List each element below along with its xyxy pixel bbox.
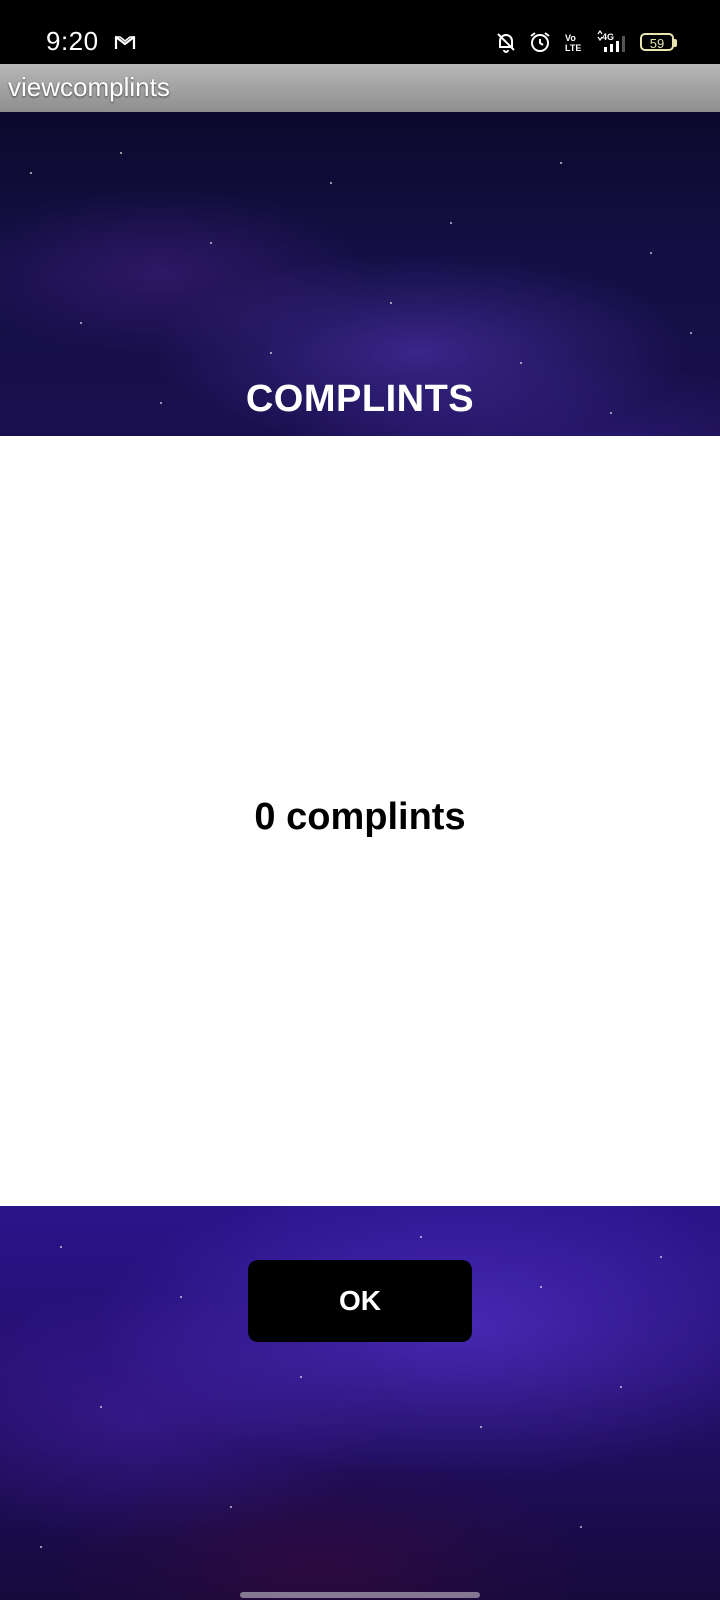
alarm-icon bbox=[530, 32, 550, 52]
star bbox=[270, 352, 272, 354]
star bbox=[230, 1506, 232, 1508]
page-title: COMPLINTS bbox=[245, 378, 475, 420]
ok-button[interactable]: OK bbox=[248, 1260, 472, 1342]
star bbox=[560, 162, 562, 164]
star bbox=[580, 1526, 582, 1528]
volte-icon: Vo LTE bbox=[565, 33, 581, 53]
star bbox=[180, 1296, 182, 1298]
star bbox=[330, 182, 332, 184]
gesture-nav-handle[interactable] bbox=[240, 1592, 480, 1598]
star bbox=[480, 1426, 482, 1428]
star bbox=[450, 222, 452, 224]
app-bar: viewcomplints bbox=[0, 64, 720, 112]
star bbox=[650, 252, 652, 254]
battery-icon: 59 bbox=[640, 33, 677, 51]
star bbox=[210, 242, 212, 244]
svg-text:Vo: Vo bbox=[565, 33, 576, 43]
svg-text:LTE: LTE bbox=[565, 43, 581, 53]
star bbox=[300, 1376, 302, 1378]
star bbox=[120, 152, 122, 154]
star bbox=[540, 1286, 542, 1288]
gmail-icon bbox=[114, 35, 136, 49]
status-bar: 9:20 Vo LTE 4G 59 bbox=[0, 0, 720, 64]
star bbox=[100, 1406, 102, 1408]
star bbox=[660, 1256, 662, 1258]
star bbox=[690, 332, 692, 334]
notifications-off-icon bbox=[497, 33, 515, 53]
star bbox=[40, 1546, 42, 1548]
status-time: 9:20 bbox=[46, 26, 99, 56]
svg-text:4G: 4G bbox=[602, 32, 614, 42]
star bbox=[30, 172, 32, 174]
screen: 9:20 Vo LTE 4G 59 viewcomplints COMPLINT… bbox=[0, 0, 720, 1600]
star bbox=[60, 1246, 62, 1248]
battery-level: 59 bbox=[649, 36, 665, 51]
app-bar-title: viewcomplints bbox=[8, 72, 170, 102]
star bbox=[390, 302, 392, 304]
complaints-count: 0 complints bbox=[254, 796, 466, 838]
star bbox=[520, 362, 522, 364]
status-icons: Vo LTE 4G 59 bbox=[494, 30, 677, 54]
star bbox=[80, 322, 82, 324]
star bbox=[420, 1236, 422, 1238]
complaints-list-area: 0 complints bbox=[0, 436, 720, 1206]
star bbox=[620, 1386, 622, 1388]
signal-4g-icon: 4G bbox=[597, 30, 625, 52]
